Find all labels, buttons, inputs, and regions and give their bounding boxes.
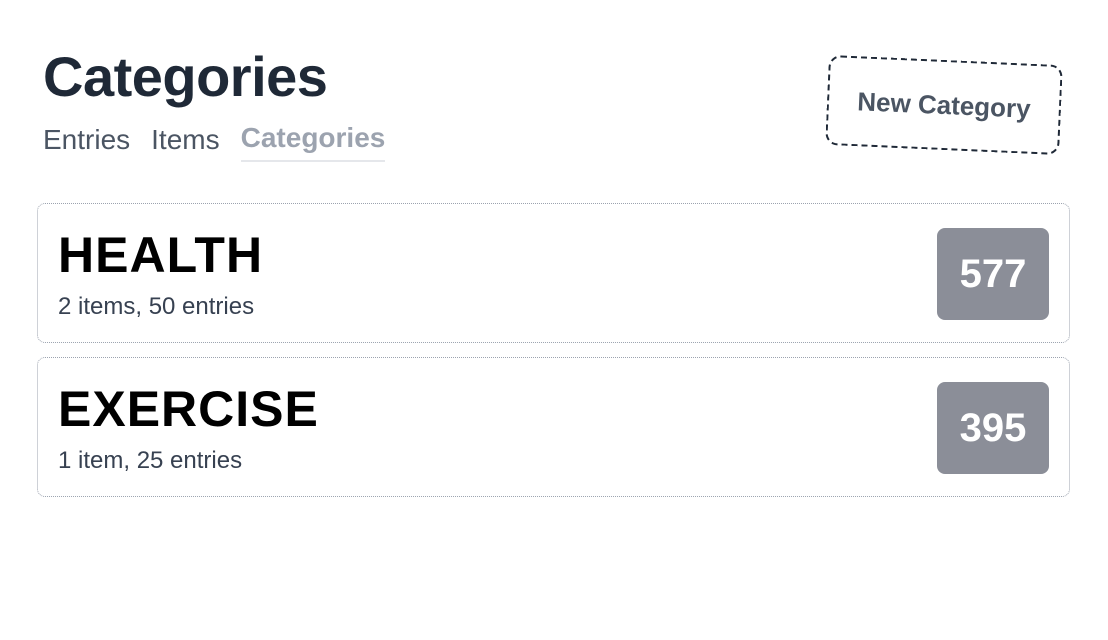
category-name: EXERCISE (58, 381, 319, 437)
page-title: Categories (43, 45, 328, 108)
tab-entries[interactable]: Entries (43, 120, 130, 162)
category-score-badge: 577 (937, 228, 1049, 320)
category-name: HEALTH (58, 227, 264, 283)
category-list: HEALTH 2 items, 50 entries 577 EXERCISE … (37, 203, 1070, 511)
category-meta: 1 item, 25 entries (58, 447, 243, 474)
category-card-exercise[interactable]: EXERCISE 1 item, 25 entries 395 (37, 357, 1070, 497)
new-category-button[interactable]: New Category (825, 54, 1063, 156)
nav-tabs: Entries Items Categories (43, 118, 386, 162)
tab-categories[interactable]: Categories (240, 118, 386, 162)
category-card-health[interactable]: HEALTH 2 items, 50 entries 577 (37, 203, 1070, 343)
tab-items[interactable]: Items (151, 120, 219, 162)
category-meta: 2 items, 50 entries (58, 293, 255, 320)
category-score-badge: 395 (937, 382, 1049, 474)
